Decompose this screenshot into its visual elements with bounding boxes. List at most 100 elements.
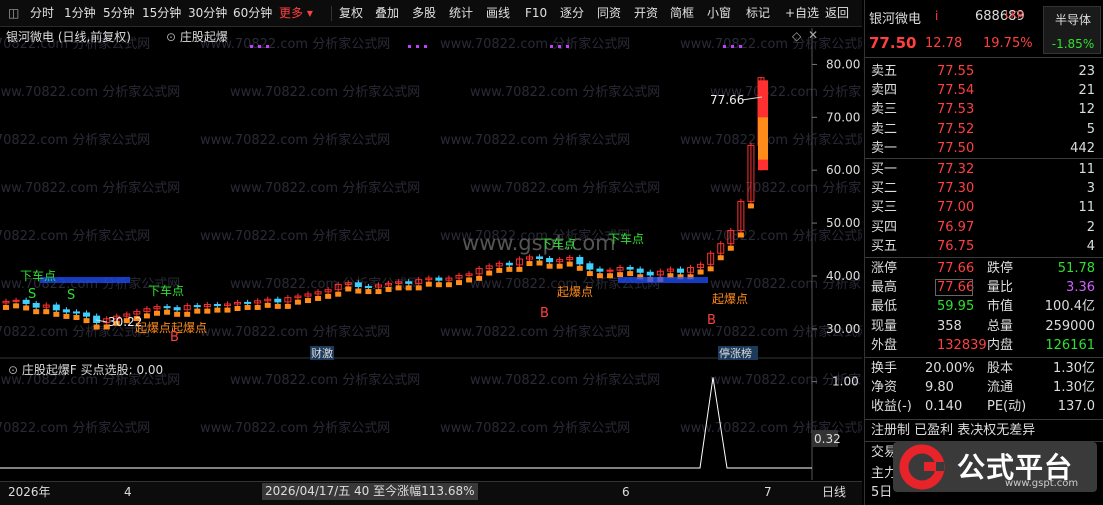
watermark-text: www.70822.com 分析家公式网 bbox=[440, 132, 630, 148]
stat-value: 59.95 bbox=[937, 299, 975, 315]
bid-price: 76.75 bbox=[937, 238, 975, 254]
purple-marker bbox=[558, 45, 561, 48]
btn-tongzi[interactable]: 同资 bbox=[597, 0, 621, 27]
main-indicator-name: 庄股起爆 bbox=[179, 30, 228, 44]
ask-label: 卖一 bbox=[871, 140, 898, 156]
indicator-block bbox=[194, 308, 201, 314]
bid-volume: 2 bbox=[1086, 219, 1095, 235]
btn-kaizi[interactable]: 开资 bbox=[634, 0, 658, 27]
time-label-june: 6 bbox=[622, 485, 630, 499]
buy-b-label: B bbox=[707, 313, 716, 328]
indicator-block bbox=[174, 311, 181, 317]
watermark-text: www.70822.com 分析家公式网 bbox=[200, 132, 390, 148]
stat-label: 总量 bbox=[987, 318, 1014, 334]
watermark-text: www.70822.com 分析家公式网 bbox=[440, 420, 630, 436]
btn-zixuan[interactable]: +自选 bbox=[785, 0, 819, 27]
indicator-block bbox=[93, 324, 100, 330]
bid-label: 买三 bbox=[871, 200, 898, 216]
watermark-text: www.70822.com 分析家公式网 bbox=[230, 84, 420, 100]
indicator-toggle-icon[interactable]: ⊙ bbox=[166, 30, 176, 44]
tab-fenshi[interactable]: 分时 bbox=[30, 0, 54, 27]
gspt-logo-url: www.gspt.com bbox=[1005, 478, 1079, 489]
fin-label: PE(动) bbox=[987, 399, 1027, 415]
divider bbox=[865, 257, 1103, 258]
indicator-block bbox=[274, 303, 281, 309]
watermark-text: www.70822.com 分析家公式网 bbox=[470, 180, 660, 196]
btn-jiankuang[interactable]: 简框 bbox=[670, 0, 694, 27]
btn-biaoji[interactable]: 标记 bbox=[746, 0, 770, 27]
price-change: 12.78 bbox=[925, 36, 963, 51]
kline-chart[interactable]: www.70822.com 分析家公式网 www.70822.com 分析家公式网… bbox=[0, 28, 862, 480]
btn-fuquan[interactable]: 复权 bbox=[339, 0, 363, 27]
tab-60min[interactable]: 60分钟 bbox=[233, 0, 272, 27]
registration-info: 注册制 已盈利 表决权无差异 bbox=[871, 422, 1036, 438]
watermark-text: www.70822.com 分析家公式网 bbox=[230, 372, 420, 388]
purple-marker bbox=[550, 45, 553, 48]
sell-s-label: S bbox=[28, 287, 36, 302]
chart-close-icon[interactable]: ✕ bbox=[808, 28, 818, 42]
indicator-block bbox=[435, 282, 442, 288]
indicator-block bbox=[184, 311, 191, 317]
indicator-block bbox=[325, 293, 332, 299]
bid-price: 77.32 bbox=[937, 162, 975, 177]
candle-body bbox=[93, 315, 101, 324]
info-icon[interactable]: i bbox=[935, 9, 938, 23]
tab-15min[interactable]: 15分钟 bbox=[142, 0, 181, 27]
sub-indicator-label[interactable]: ⊙ 庄股起爆F 买点选股: 0.00 bbox=[8, 361, 163, 379]
tab-1min[interactable]: 1分钟 bbox=[64, 0, 96, 27]
sub-axis-label: 1.00 bbox=[832, 375, 859, 389]
time-axis-bar: 2026年 4 2026/04/17/五 40 至今涨幅113.68% 6 7 … bbox=[0, 481, 862, 505]
btn-duogu[interactable]: 多股 bbox=[412, 0, 436, 27]
kline-chart-area[interactable]: www.70822.com 分析家公式网 www.70822.com 分析家公式网… bbox=[0, 28, 862, 480]
watermark-text: www.70822.com 分析家公式网 bbox=[230, 180, 420, 196]
candle-body bbox=[596, 268, 604, 272]
period-label[interactable]: 日线 bbox=[822, 482, 846, 502]
candle-body bbox=[72, 311, 80, 314]
layout-toggle-icon[interactable]: ◫ bbox=[8, 0, 19, 27]
indicator-block bbox=[536, 260, 543, 266]
fin-label: 净资 bbox=[871, 380, 898, 396]
qibao-label: 起爆点 bbox=[557, 285, 593, 299]
indicator-block bbox=[717, 255, 724, 261]
sector-box[interactable]: 半导体 -1.85% bbox=[1043, 6, 1101, 54]
ask-volume: 21 bbox=[1078, 83, 1095, 99]
tab-more[interactable]: 更多 ▾ bbox=[279, 0, 313, 27]
watermark-text: www.70822.com 分析家公式网 bbox=[200, 228, 390, 244]
divider bbox=[865, 57, 1103, 58]
indicator-block bbox=[264, 302, 271, 308]
tab-5min[interactable]: 5分钟 bbox=[103, 0, 135, 27]
candle-body bbox=[52, 304, 60, 311]
candle-body bbox=[274, 298, 282, 303]
watermark-text: www.70822.com 分析家公式网 bbox=[200, 324, 390, 340]
btn-xiaochuang[interactable]: 小窗 bbox=[707, 0, 731, 27]
indicator-block bbox=[556, 263, 563, 269]
stat-label: 跌停 bbox=[987, 261, 1014, 276]
purple-marker bbox=[250, 45, 253, 48]
indicator-block bbox=[727, 245, 734, 251]
main-indicator-label[interactable]: ⊙ 庄股起爆 bbox=[166, 28, 228, 46]
stat-value: 259000 bbox=[1045, 318, 1095, 334]
tab-30min[interactable]: 30分钟 bbox=[188, 0, 227, 27]
price-axis-label: 30.00 bbox=[826, 322, 860, 336]
fin-value: 0.140 bbox=[925, 399, 963, 415]
stat-value: 51.78 bbox=[1057, 261, 1095, 276]
purple-marker bbox=[408, 45, 411, 48]
btn-diejia[interactable]: 叠加 bbox=[375, 0, 399, 27]
sub-indicator-toggle-icon[interactable]: ⊙ bbox=[8, 363, 18, 377]
indicator-block bbox=[445, 282, 452, 288]
quote-panel: 银河微电 i 688689 LKR 半导体 -1.85% 77.50 12.78 19.75% 卖… bbox=[864, 0, 1103, 505]
btn-fanhui[interactable]: 返回 bbox=[825, 0, 849, 27]
chart-settings-icon[interactable]: ◇ bbox=[792, 29, 801, 43]
bid-label: 买一 bbox=[871, 162, 898, 177]
btn-f10[interactable]: F10 bbox=[525, 0, 547, 27]
toolbar-separator bbox=[331, 6, 332, 21]
indicator-block bbox=[83, 318, 90, 324]
watermark-text: www.70822.com 分析家公式网 bbox=[680, 36, 862, 52]
btn-tongji[interactable]: 统计 bbox=[449, 0, 473, 27]
candle-body bbox=[364, 286, 372, 289]
fin-label: 股本 bbox=[987, 361, 1014, 376]
btn-huaxian[interactable]: 画线 bbox=[486, 0, 510, 27]
candle-body bbox=[405, 281, 413, 284]
btn-zhufen[interactable]: 逐分 bbox=[560, 0, 584, 27]
bid-volume: 4 bbox=[1086, 238, 1095, 254]
